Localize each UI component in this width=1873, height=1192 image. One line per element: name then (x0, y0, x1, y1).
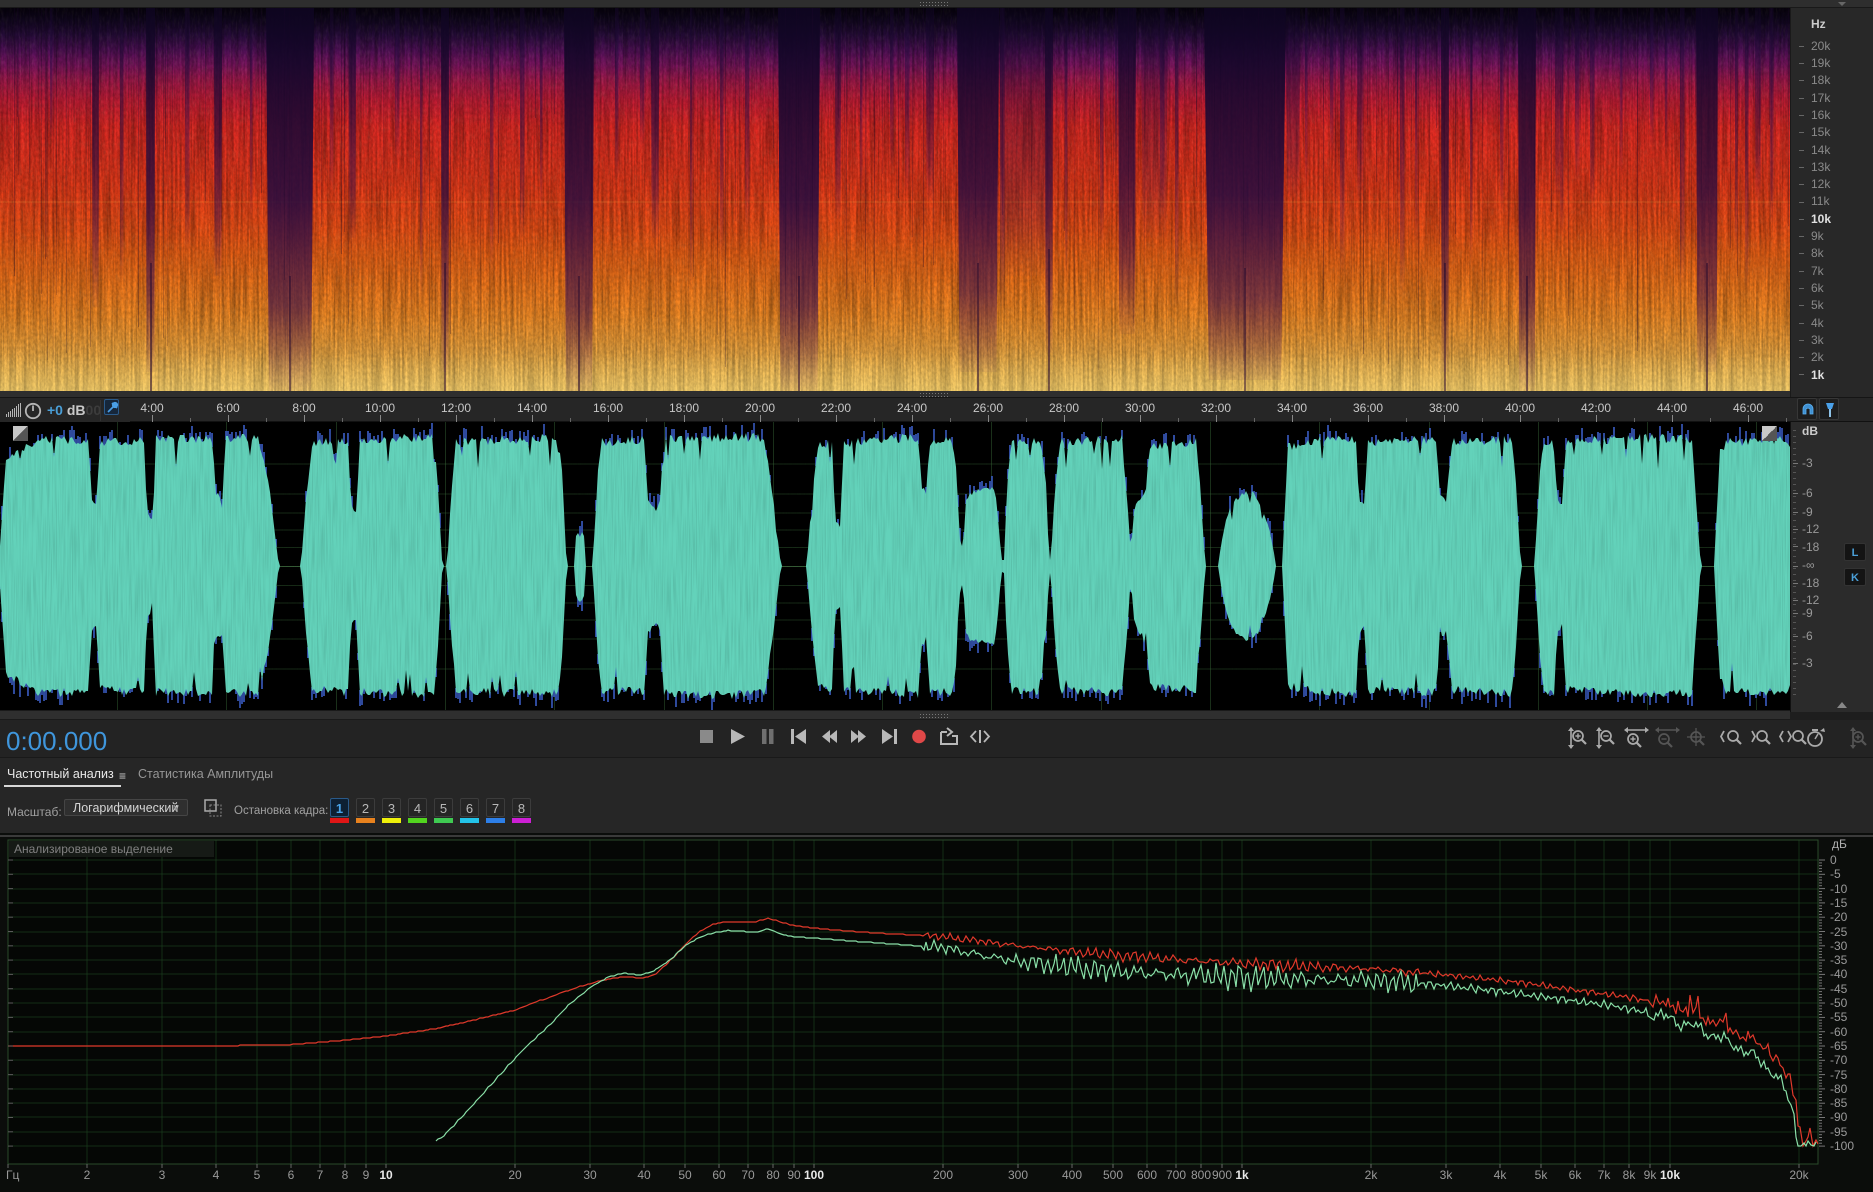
svg-text:-30: -30 (1830, 939, 1848, 953)
svg-text:-10: -10 (1830, 882, 1848, 896)
svg-text:-80: -80 (1830, 1082, 1848, 1096)
svg-text:4: 4 (213, 1168, 220, 1182)
svg-text:9: 9 (363, 1168, 370, 1182)
svg-text:600: 600 (1137, 1168, 1157, 1182)
svg-text:900: 900 (1212, 1168, 1232, 1182)
svg-text:-75: -75 (1830, 1068, 1848, 1082)
svg-text:10: 10 (379, 1168, 393, 1182)
svg-text:800: 800 (1191, 1168, 1211, 1182)
svg-text:40: 40 (637, 1168, 651, 1182)
svg-text:-100: -100 (1830, 1139, 1854, 1153)
svg-text:80: 80 (766, 1168, 780, 1182)
svg-text:-5: -5 (1830, 867, 1841, 881)
svg-text:-60: -60 (1830, 1025, 1848, 1039)
svg-text:70: 70 (741, 1168, 755, 1182)
svg-text:400: 400 (1062, 1168, 1082, 1182)
svg-text:4k: 4k (1494, 1168, 1508, 1182)
svg-text:90: 90 (787, 1168, 801, 1182)
svg-text:-95: -95 (1830, 1125, 1848, 1139)
svg-text:-40: -40 (1830, 967, 1848, 981)
svg-text:100: 100 (804, 1168, 824, 1182)
svg-text:2: 2 (84, 1168, 91, 1182)
svg-text:-20: -20 (1830, 910, 1848, 924)
svg-text:-15: -15 (1830, 896, 1848, 910)
svg-text:500: 500 (1103, 1168, 1123, 1182)
svg-text:50: 50 (678, 1168, 692, 1182)
svg-text:6: 6 (288, 1168, 295, 1182)
svg-text:-50: -50 (1830, 996, 1848, 1010)
svg-text:8: 8 (342, 1168, 349, 1182)
svg-text:Гц: Гц (6, 1168, 19, 1182)
svg-text:7: 7 (317, 1168, 324, 1182)
svg-text:300: 300 (1008, 1168, 1028, 1182)
svg-text:-65: -65 (1830, 1039, 1848, 1053)
svg-text:7k: 7k (1598, 1168, 1612, 1182)
svg-text:9k: 9k (1644, 1168, 1658, 1182)
svg-text:20k: 20k (1789, 1168, 1809, 1182)
svg-text:8k: 8k (1623, 1168, 1637, 1182)
svg-text:30: 30 (583, 1168, 597, 1182)
svg-text:20: 20 (508, 1168, 522, 1182)
svg-text:2k: 2k (1365, 1168, 1379, 1182)
svg-text:дБ: дБ (1832, 837, 1847, 851)
svg-text:3: 3 (159, 1168, 166, 1182)
svg-text:10k: 10k (1660, 1168, 1680, 1182)
svg-text:700: 700 (1166, 1168, 1186, 1182)
svg-text:5: 5 (254, 1168, 261, 1182)
svg-text:Анализированое выделение: Анализированое выделение (14, 842, 173, 856)
svg-text:-85: -85 (1830, 1096, 1848, 1110)
svg-text:1k: 1k (1235, 1168, 1249, 1182)
svg-text:-90: -90 (1830, 1110, 1848, 1124)
svg-text:-25: -25 (1830, 925, 1848, 939)
svg-text:-35: -35 (1830, 953, 1848, 967)
svg-text:-55: -55 (1830, 1010, 1848, 1024)
svg-text:0: 0 (1830, 853, 1837, 867)
svg-text:200: 200 (933, 1168, 953, 1182)
svg-text:5k: 5k (1535, 1168, 1549, 1182)
svg-text:60: 60 (712, 1168, 726, 1182)
svg-text:-45: -45 (1830, 982, 1848, 996)
svg-text:3k: 3k (1440, 1168, 1454, 1182)
svg-text:-70: -70 (1830, 1053, 1848, 1067)
svg-text:6k: 6k (1569, 1168, 1583, 1182)
